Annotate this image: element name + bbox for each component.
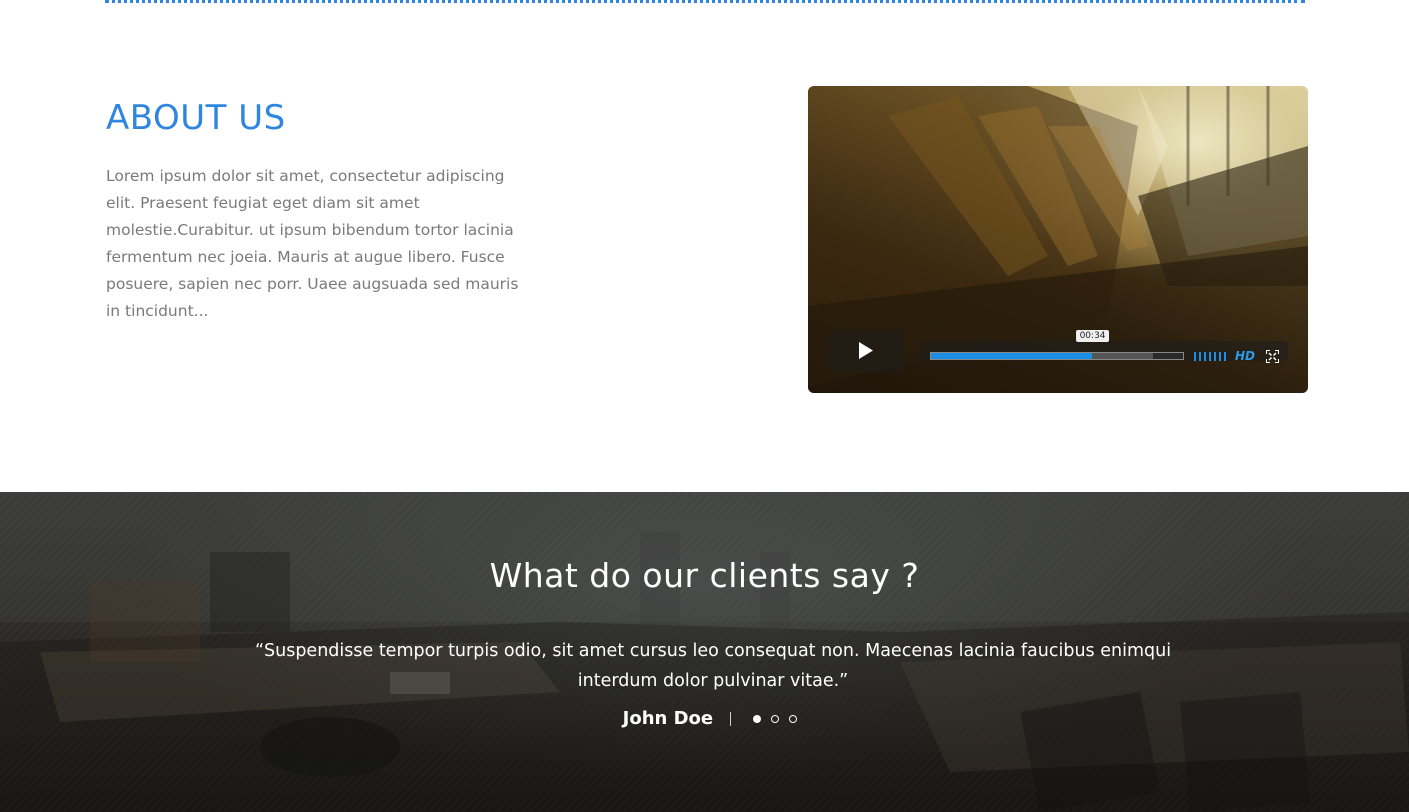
about-heading: ABOUT US bbox=[106, 98, 286, 138]
testimonial-quote: “Suspendisse tempor turpis odio, sit ame… bbox=[254, 641, 1172, 691]
video-player[interactable]: 00:34 HD bbox=[808, 86, 1308, 393]
progress-fill bbox=[931, 353, 1093, 359]
about-text: Lorem ipsum dolor sit amet, consectetur … bbox=[106, 167, 519, 320]
slider-dot-1[interactable] bbox=[753, 714, 762, 723]
testimonials-heading: What do our clients say ? bbox=[489, 556, 920, 595]
play-icon bbox=[859, 342, 873, 359]
top-divider bbox=[105, 0, 1305, 3]
testimonial-author-row: John Doe bbox=[0, 708, 1409, 734]
testimonials-section: What do our clients say ? “Suspendisse t… bbox=[0, 492, 1409, 812]
testimonial-author: John Doe bbox=[622, 708, 714, 729]
author-separator bbox=[730, 711, 732, 726]
video-controls: 00:34 HD bbox=[828, 330, 1288, 372]
slider-dot-3[interactable] bbox=[789, 714, 798, 723]
hd-button[interactable]: HD bbox=[1235, 349, 1255, 363]
time-tooltip: 00:34 bbox=[1075, 330, 1110, 342]
progress-bar[interactable] bbox=[930, 352, 1184, 360]
play-button[interactable] bbox=[828, 330, 904, 372]
fullscreen-icon[interactable] bbox=[1266, 350, 1279, 363]
volume-icon[interactable] bbox=[1194, 352, 1228, 361]
slider-dot-2[interactable] bbox=[771, 714, 780, 723]
slider-dots bbox=[748, 708, 802, 727]
